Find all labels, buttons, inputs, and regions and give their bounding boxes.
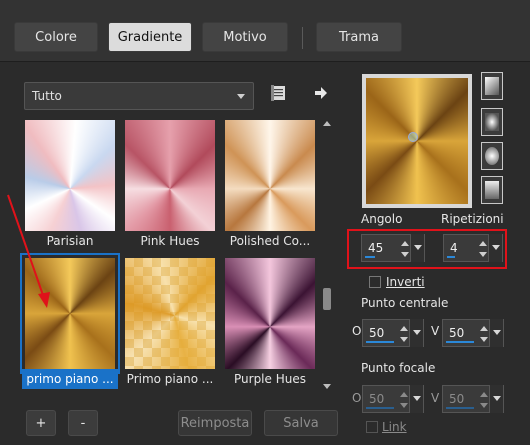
focal-v-value: 50 — [449, 392, 465, 406]
link-checkbox[interactable] — [366, 421, 378, 433]
angle-level-bar — [365, 256, 375, 258]
center-h-value: 50 — [369, 326, 385, 340]
tab-motivo[interactable]: Motivo — [202, 22, 288, 52]
angle-dropdown-button[interactable] — [410, 234, 424, 262]
angle-value: 45 — [368, 241, 384, 255]
repeats-value: 4 — [450, 241, 458, 255]
center-h-label: O — [352, 324, 362, 338]
gallery-scrollbar[interactable] — [321, 118, 333, 392]
focal-h-level-bar — [366, 407, 394, 409]
preset-purple-hues[interactable]: Purple Hues — [222, 255, 318, 386]
scroll-down-icon[interactable] — [323, 384, 331, 389]
scrollbar-thumb[interactable] — [323, 288, 331, 310]
preset-label: Purple Hues — [234, 372, 306, 386]
center-h-level-bar — [366, 341, 394, 343]
center-v-stepper-arrows[interactable] — [479, 322, 489, 346]
focal-h-dropdown-button[interactable] — [409, 385, 423, 413]
tab-separator — [302, 27, 303, 49]
repeats-stepper[interactable]: 4 — [443, 234, 503, 262]
focal-v-label: V — [431, 391, 440, 405]
remove-preset-button[interactable]: - — [68, 410, 98, 436]
category-dropdown[interactable]: Tutto — [24, 82, 254, 110]
annotation-arrow-icon — [7, 194, 50, 308]
center-point-handle[interactable] — [408, 132, 418, 142]
file-manager-button[interactable] — [270, 84, 288, 102]
center-h-stepper[interactable]: 50 — [362, 319, 424, 347]
focal-v-dropdown-button[interactable] — [489, 385, 503, 413]
focal-h-stepper[interactable]: 50 — [362, 385, 424, 413]
center-v-value: 50 — [449, 326, 465, 340]
repeats-dropdown-button[interactable] — [488, 234, 502, 262]
center-h-dropdown-button[interactable] — [409, 319, 423, 347]
preview-gradient — [366, 78, 468, 204]
focal-point-label: Punto focale — [361, 361, 436, 375]
save-button[interactable]: Salva — [264, 410, 338, 436]
preset-label: primo piano ... — [22, 369, 118, 389]
gradient-preview[interactable] — [362, 74, 472, 208]
angle-label: Angolo — [361, 212, 403, 226]
preset-label: Polished Co... — [229, 234, 311, 248]
focal-v-stepper-arrows[interactable] — [479, 388, 489, 412]
gradient-swatch — [225, 120, 315, 231]
gradient-swatch — [125, 120, 215, 231]
radial-style-button[interactable] — [481, 142, 503, 170]
reset-button[interactable]: Reimposta — [178, 410, 252, 436]
invert-checkbox[interactable] — [369, 276, 381, 288]
tab-gradiente[interactable]: Gradiente — [108, 22, 192, 52]
repeats-label: Ripetizioni — [441, 212, 504, 226]
repeats-stepper-arrows[interactable] — [478, 237, 488, 261]
preset-primo-piano-transparent[interactable]: Primo piano ... — [122, 255, 218, 386]
add-preset-button[interactable]: + — [26, 410, 56, 436]
preset-pink-hues[interactable]: Pink Hues — [122, 117, 218, 248]
radial-gradient-icon — [485, 147, 499, 165]
focal-v-level-bar — [446, 407, 474, 409]
gradient-swatch — [225, 258, 315, 369]
scroll-up-icon[interactable] — [323, 121, 331, 126]
file-list-icon — [271, 85, 285, 101]
preset-label: Pink Hues — [140, 234, 200, 248]
preset-polished-copper[interactable]: Polished Co... — [222, 117, 318, 248]
center-v-stepper[interactable]: 50 — [442, 319, 504, 347]
center-v-dropdown-button[interactable] — [489, 319, 503, 347]
focal-h-value: 50 — [369, 392, 385, 406]
forward-button[interactable] — [312, 84, 330, 102]
sunburst-gradient-icon — [485, 181, 499, 199]
angle-stepper[interactable]: 45 — [361, 234, 425, 262]
center-h-stepper-arrows[interactable] — [399, 322, 409, 346]
preset-gallery: Parisian Pink Hues Polished Co... primo … — [20, 117, 322, 393]
gradient-swatch — [125, 258, 215, 369]
chevron-down-icon — [237, 94, 245, 99]
linear-gradient-icon — [485, 77, 499, 95]
repeats-level-bar — [447, 256, 455, 258]
link-label: Link — [382, 420, 407, 434]
angle-stepper-arrows[interactable] — [400, 237, 410, 261]
linear-style-button[interactable] — [481, 72, 503, 100]
focal-h-stepper-arrows[interactable] — [399, 388, 409, 412]
center-v-label: V — [431, 324, 440, 338]
center-point-label: Punto centrale — [361, 296, 449, 310]
tab-colore[interactable]: Colore — [14, 22, 98, 52]
focal-h-label: O — [352, 391, 362, 405]
sunburst-style-button[interactable] — [481, 176, 503, 204]
rectangular-gradient-icon — [485, 113, 499, 131]
tab-bar: Colore Gradiente Motivo Trama — [0, 0, 530, 62]
focal-v-stepper[interactable]: 50 — [442, 385, 504, 413]
category-dropdown-value: Tutto — [32, 89, 62, 103]
arrow-right-icon — [315, 87, 327, 99]
invert-label: Inverti — [386, 275, 425, 289]
center-v-level-bar — [446, 341, 474, 343]
preset-label: Primo piano ... — [126, 372, 214, 386]
tab-trama[interactable]: Trama — [316, 22, 402, 52]
rectangular-style-button[interactable] — [481, 108, 503, 136]
